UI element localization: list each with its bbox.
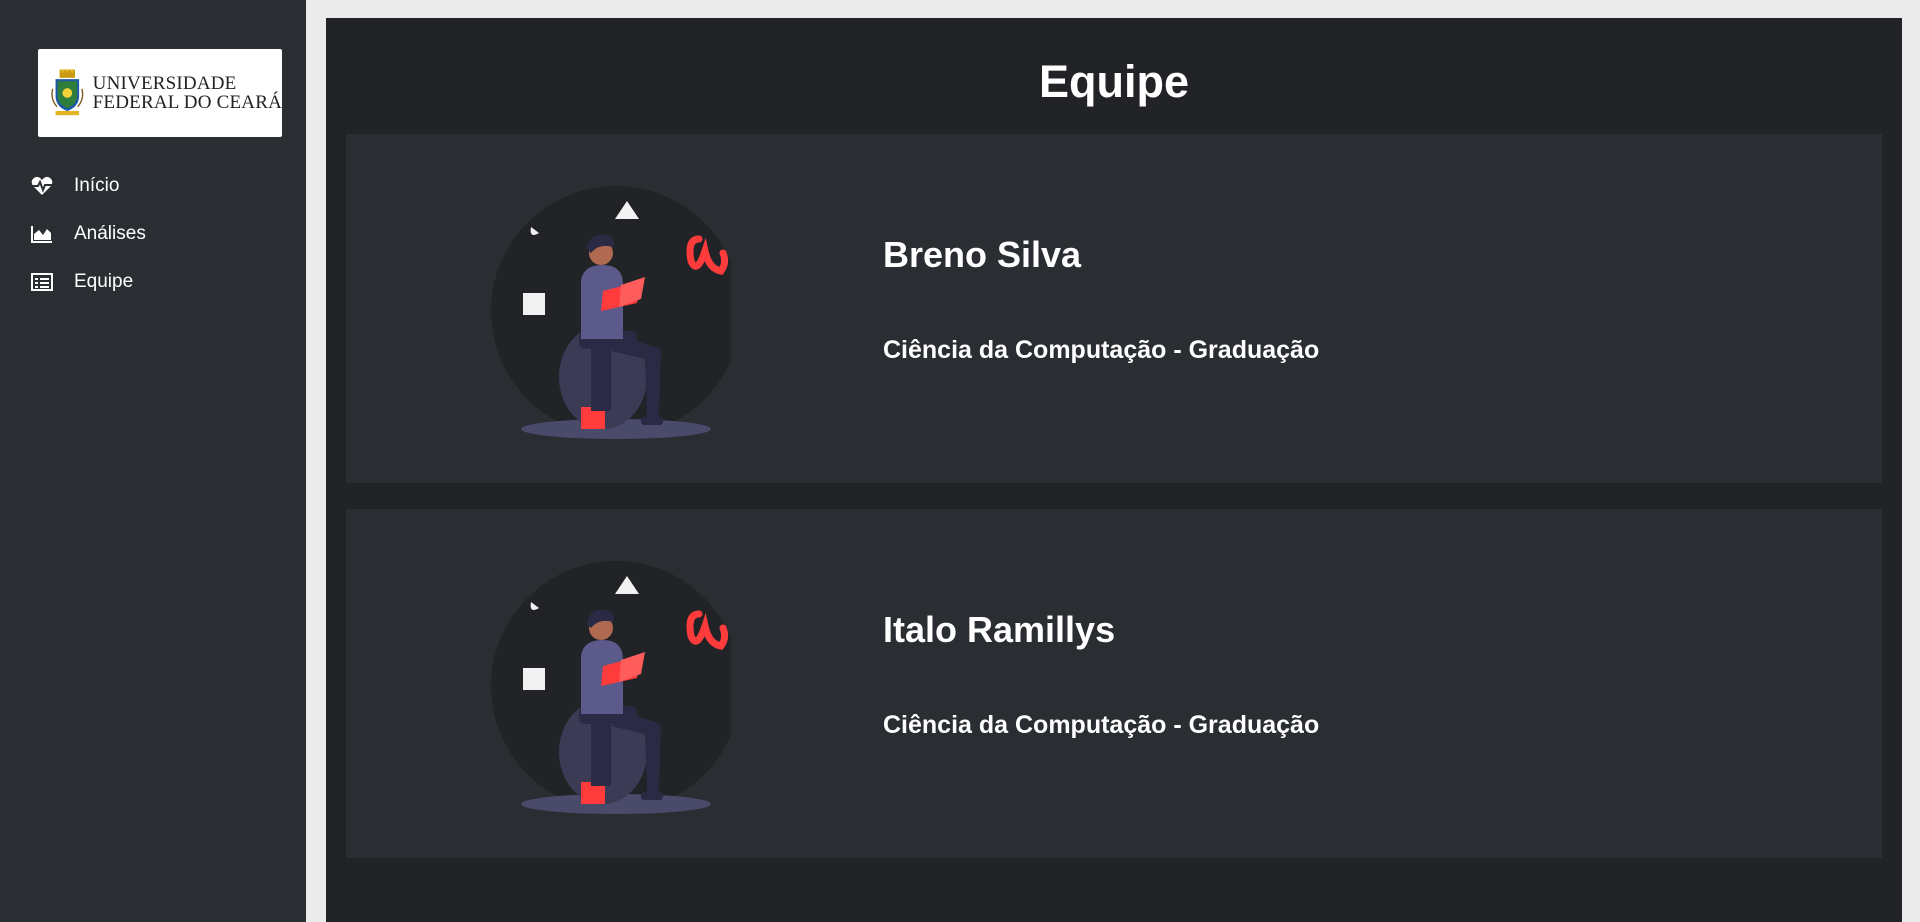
sidebar-nav: Início Análises Equipe [0,162,306,306]
reading-person-illustration [491,561,731,814]
member-course: Ciência da Computação - Graduação [883,711,1320,739]
member-name: Breno Silva [883,234,1082,275]
sidebar-item-label: Análises [74,223,146,244]
logo-line-2: FEDERAL DO CEARÁ [92,92,282,113]
sidebar-item-inicio[interactable]: Início [0,162,306,210]
page-title: Equipe [1038,56,1189,107]
area-chart-icon [30,222,54,246]
main-content: Equipe Breno Silva Ciência da Computação… [326,18,1902,922]
logo-text: UNIVERSIDADE FEDERAL DO CEARÁ [93,74,282,112]
list-icon [30,270,54,294]
member-name: Italo Ramillys [883,609,1116,650]
member-course: Ciência da Computação - Graduação [883,336,1320,364]
team-member-card: Italo Ramillys Ciência da Computação - G… [346,509,1882,858]
team-member-card: Breno Silva Ciência da Computação - Grad… [346,134,1882,483]
reading-person-illustration [491,186,731,439]
sidebar-item-label: Equipe [74,271,134,292]
sidebar-item-equipe[interactable]: Equipe [0,258,306,306]
crest-icon [51,69,84,116]
sidebar-item-analises[interactable]: Análises [0,210,306,258]
sidebar: UNIVERSIDADE FEDERAL DO CEARÁ Início Aná… [0,0,306,922]
heartbeat-icon [30,174,54,198]
university-logo[interactable]: UNIVERSIDADE FEDERAL DO CEARÁ [38,49,282,137]
sidebar-item-label: Início [74,175,120,196]
logo-line-1: UNIVERSIDADE [92,73,237,94]
